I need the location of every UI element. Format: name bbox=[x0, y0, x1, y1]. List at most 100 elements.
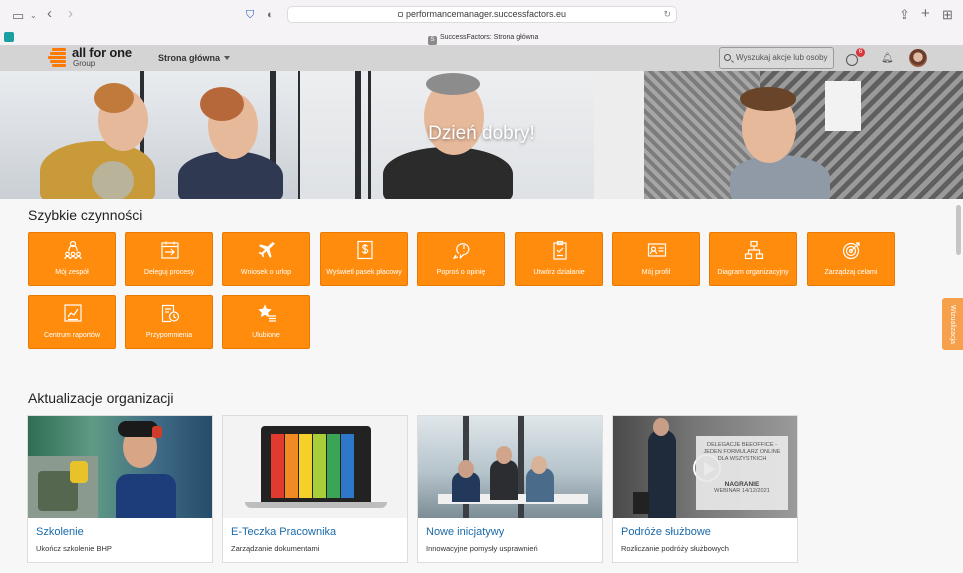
approvals-icon[interactable] bbox=[846, 54, 858, 66]
greeting-text: Dzień dobry! bbox=[428, 123, 535, 144]
meeting-photo bbox=[418, 416, 602, 518]
video-caption: DELEGACJE BEEOFFICE - JEDEN FORMULARZ ON… bbox=[696, 436, 788, 510]
quick-action-request-feedback[interactable]: Poproś o opinię bbox=[417, 232, 505, 286]
target-icon bbox=[842, 242, 860, 260]
quick-action-label: Centrum raportów bbox=[43, 332, 101, 339]
sidebar-toggle-icon[interactable]: ▭ bbox=[12, 9, 24, 23]
video-caption-line: NAGRANIE bbox=[724, 481, 760, 488]
quick-action-label: Zarządzaj celami bbox=[824, 269, 878, 276]
card-title[interactable]: Podróże służbowe bbox=[621, 526, 711, 538]
org-updates-title: Aktualizacje organizacji bbox=[28, 390, 174, 406]
quick-actions-title: Szybkie czynności bbox=[28, 207, 143, 223]
visualization-side-tab[interactable]: Wizualizacja bbox=[942, 298, 963, 350]
quick-action-label: Poproś o opinię bbox=[436, 269, 486, 276]
delegate-icon bbox=[161, 241, 179, 259]
quick-action-favorites[interactable]: Ulubione bbox=[222, 295, 310, 349]
quick-action-label: Deleguj procesy bbox=[143, 269, 195, 276]
share-icon[interactable]: ⇪ bbox=[899, 8, 910, 22]
forward-arrow-icon[interactable]: › bbox=[68, 6, 73, 21]
quick-action-label: Przypomnienia bbox=[145, 332, 193, 339]
search-input[interactable]: Wyszukaj akcje lub osoby bbox=[719, 47, 834, 69]
address-bar[interactable]: performancemanager.successfactors.eu ↻ bbox=[287, 6, 677, 23]
travel-video-thumbnail: DELEGACJE BEEOFFICE - JEDEN FORMULARZ ON… bbox=[613, 416, 797, 518]
home-menu-label: Strona główna bbox=[158, 53, 221, 63]
video-caption-line: WEBINAR 14/12/2021 bbox=[714, 488, 770, 494]
quick-action-payslip[interactable]: Wyświetl pasek płacowy bbox=[320, 232, 408, 286]
quick-action-label: Wniosek o urlop bbox=[240, 269, 292, 276]
browser-tab[interactable]: S SuccessFactors: Strona główna bbox=[428, 32, 538, 45]
quick-action-create-activity[interactable]: Utwórz działanie bbox=[515, 232, 603, 286]
hair-1 bbox=[94, 83, 134, 113]
card-title[interactable]: Szkolenie bbox=[36, 526, 84, 538]
quick-action-label: Mój zespół bbox=[55, 269, 89, 276]
update-card-training[interactable]: Szkolenie Ukończ szkolenie BHP bbox=[27, 415, 213, 563]
scrollbar[interactable] bbox=[956, 205, 961, 255]
reload-icon[interactable]: ↻ bbox=[663, 7, 671, 22]
search-icon bbox=[724, 54, 731, 61]
update-card-business-travel[interactable]: DELEGACJE BEEOFFICE - JEDEN FORMULARZ ON… bbox=[612, 415, 798, 563]
logo-subtext: Group bbox=[73, 59, 96, 68]
quick-action-delegate[interactable]: Deleguj procesy bbox=[125, 232, 213, 286]
reminder-icon bbox=[161, 304, 180, 323]
quick-action-manage-goals[interactable]: Zarządzaj celami bbox=[807, 232, 895, 286]
caret-down-icon bbox=[224, 56, 231, 60]
video-caption-line: JEDEN FORMULARZ ONLINE bbox=[703, 449, 781, 455]
avatar[interactable] bbox=[909, 49, 927, 67]
shield-extension-icon[interactable]: ⛉ bbox=[246, 8, 254, 22]
person-3 bbox=[383, 147, 513, 199]
notification-badge: 6 bbox=[856, 48, 865, 57]
person-4 bbox=[730, 155, 830, 199]
team-icon bbox=[64, 240, 82, 260]
tab-overview-icon[interactable]: ⊞ bbox=[942, 8, 953, 22]
video-caption-line: DELEGACJE BEEOFFICE - bbox=[707, 442, 777, 448]
profile-card-icon bbox=[647, 243, 667, 257]
successfactors-favicon-icon: S bbox=[428, 36, 437, 45]
home-menu-button[interactable]: Strona główna bbox=[158, 53, 231, 63]
quick-action-label: Diagram organizacyjny bbox=[717, 269, 789, 276]
org-chart-icon bbox=[744, 240, 764, 260]
quick-action-leave-request[interactable]: Wniosek o urlop bbox=[222, 232, 310, 286]
tab-title: SuccessFactors: Strona główna bbox=[440, 34, 539, 41]
workshop-photo bbox=[28, 416, 212, 518]
browser-toolbar: ▭ ⌄ ‹ › ⛉ ◐ performancemanager.successfa… bbox=[0, 0, 963, 46]
hair-3 bbox=[426, 73, 480, 95]
report-icon bbox=[64, 304, 82, 322]
lock-icon bbox=[397, 12, 403, 17]
quick-action-label: Utwórz działanie bbox=[533, 269, 585, 276]
card-title[interactable]: E-Teczka Pracownika bbox=[231, 526, 336, 538]
back-arrow-icon[interactable]: ‹ bbox=[47, 6, 52, 21]
hair-2 bbox=[200, 87, 244, 121]
star-list-icon bbox=[258, 304, 276, 322]
quick-action-reminders[interactable]: Przypomnienia bbox=[125, 295, 213, 349]
scarf bbox=[92, 161, 134, 199]
quick-action-my-team[interactable]: Mój zespół bbox=[28, 232, 116, 286]
quick-action-my-profile[interactable]: Mój profil bbox=[612, 232, 700, 286]
feedback-icon bbox=[452, 243, 470, 260]
update-card-e-folder[interactable]: E-Teczka Pracownika Zarządzanie dokument… bbox=[222, 415, 408, 563]
bell-icon[interactable]: 🔔︎ bbox=[881, 53, 894, 64]
video-caption-line: DLA WSZYSTKICH bbox=[717, 456, 767, 462]
card-description: Innowacyjne pomysły usprawnień bbox=[426, 544, 538, 553]
quick-action-report-center[interactable]: Centrum raportów bbox=[28, 295, 116, 349]
logo-text: all for one bbox=[72, 45, 132, 60]
card-description: Ukończ szkolenie BHP bbox=[36, 544, 112, 553]
tab-group-icon[interactable] bbox=[4, 32, 14, 42]
chevron-down-icon[interactable]: ⌄ bbox=[30, 9, 37, 23]
quick-action-label: Ulubione bbox=[252, 332, 280, 339]
clipboard-icon bbox=[553, 240, 567, 260]
payslip-icon bbox=[357, 240, 373, 260]
quick-action-org-chart[interactable]: Diagram organizacyjny bbox=[709, 232, 797, 286]
card-description: Rozliczanie podróży służbowych bbox=[621, 544, 729, 553]
new-tab-icon[interactable]: + bbox=[921, 6, 930, 21]
laptop-folders-photo bbox=[223, 416, 407, 518]
hero-banner: Dzień dobry! bbox=[0, 71, 963, 199]
airplane-icon bbox=[258, 242, 275, 258]
quick-action-label: Mój profil bbox=[641, 269, 671, 276]
update-card-initiatives[interactable]: Nowe inicjatywy Innowacyjne pomysły uspr… bbox=[417, 415, 603, 563]
hair-4 bbox=[740, 87, 796, 111]
company-logo-icon[interactable] bbox=[48, 48, 66, 68]
privacy-icon[interactable]: ◐ bbox=[267, 8, 274, 22]
search-placeholder: Wyszukaj akcje lub osoby bbox=[736, 53, 828, 62]
card-description: Zarządzanie dokumentami bbox=[231, 544, 320, 553]
card-title[interactable]: Nowe inicjatywy bbox=[426, 526, 504, 538]
